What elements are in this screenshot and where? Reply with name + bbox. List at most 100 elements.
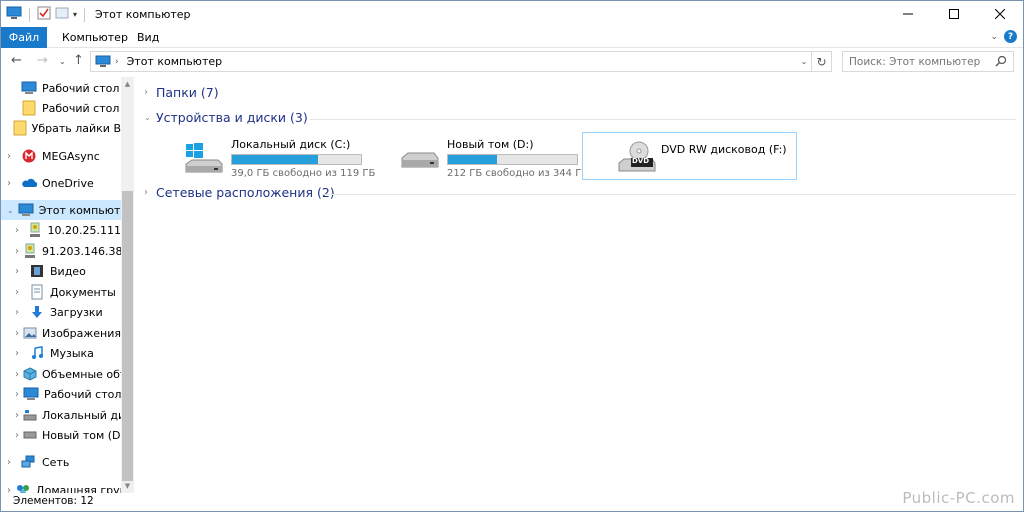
expand-chevron-icon[interactable]: ›	[15, 307, 25, 318]
drive-free-space: 212 ГБ свободно из 344 ГБ	[447, 168, 589, 179]
drive-icon	[23, 427, 37, 443]
nav-item-desktop-folder[interactable]: Рабочий стол	[1, 98, 121, 118]
expand-chevron-icon[interactable]: ›	[15, 287, 25, 298]
desktop-icon	[23, 386, 39, 402]
collapse-chevron-icon[interactable]: ⌄	[7, 206, 14, 215]
expand-chevron-icon[interactable]: ›	[7, 178, 17, 189]
search-box[interactable]	[842, 51, 1014, 72]
refresh-icon[interactable]: ↻	[811, 52, 831, 71]
windows-drive-icon	[184, 142, 224, 181]
expand-chevron-icon[interactable]: ›	[15, 369, 19, 380]
expand-chevron-icon[interactable]: ›	[15, 266, 25, 277]
nav-item-desktop[interactable]: › Рабочий стол	[1, 384, 121, 404]
scroll-up-arrow-icon[interactable]: ▲	[121, 77, 134, 91]
nav-scrollbar[interactable]: ▲ ▼	[121, 77, 134, 493]
drive-c[interactable]: Локальный диск (C:) 39,0 ГБ свободно из …	[184, 134, 384, 182]
drive-usage-fill	[448, 155, 498, 164]
nav-item-music[interactable]: › Музыка	[1, 343, 121, 363]
forward-arrow-icon[interactable]: →	[37, 53, 48, 68]
minimize-button[interactable]	[885, 1, 931, 27]
item-count: Элементов: 12	[13, 495, 94, 507]
close-button[interactable]	[977, 1, 1023, 27]
help-icon[interactable]: ?	[1004, 30, 1017, 43]
nav-item-pictures[interactable]: › Изображения	[1, 323, 121, 343]
drive-d[interactable]: Новый том (D:) 212 ГБ свободно из 344 ГБ	[400, 134, 600, 182]
expand-chevron-icon[interactable]: ›	[15, 430, 19, 441]
nav-item-label: Локальный дис	[42, 408, 121, 422]
up-arrow-icon[interactable]: ↑	[73, 53, 84, 68]
tab-file[interactable]: Файл	[1, 27, 47, 48]
nav-item-documents[interactable]: › Документы	[1, 282, 121, 302]
3d-objects-icon	[23, 366, 37, 382]
nav-item-desktop[interactable]: Рабочий стол	[1, 78, 121, 98]
nav-item-network-drive[interactable]: › 10.20.25.111	[1, 220, 121, 240]
expand-chevron-icon[interactable]: ›	[15, 348, 25, 359]
nav-item-folder[interactable]: Убрать лайки В	[1, 118, 121, 138]
video-icon	[29, 263, 45, 279]
drive-usage-bar	[231, 154, 362, 165]
breadcrumb[interactable]: Этот компьютер	[127, 55, 223, 68]
expand-chevron-icon[interactable]: ›	[7, 457, 17, 468]
dvd-drive[interactable]: DVD DVD RW дисковод (F:)	[582, 132, 797, 180]
expand-chevron-icon[interactable]: ›	[144, 87, 156, 98]
back-arrow-icon[interactable]: ←	[11, 53, 22, 68]
search-input[interactable]	[849, 55, 989, 68]
expand-chevron-icon[interactable]: ›	[15, 328, 19, 339]
drive-name: Новый том (D:)	[447, 138, 534, 151]
group-network[interactable]: › Сетевые расположения (2)	[144, 185, 335, 200]
nav-item-onedrive[interactable]: › OneDrive	[1, 173, 121, 193]
network-drive-icon	[23, 243, 37, 259]
nav-item-downloads[interactable]: › Загрузки	[1, 302, 121, 322]
new-folder-icon[interactable]	[55, 6, 69, 23]
dvd-badge: DVD	[632, 157, 650, 165]
expand-chevron-icon[interactable]: ›	[15, 410, 19, 421]
maximize-button[interactable]	[931, 1, 977, 27]
expand-chevron-icon[interactable]: ›	[15, 246, 19, 257]
address-dropdown-icon[interactable]: ⌄	[797, 52, 811, 71]
watermark: Public-PC.com	[902, 489, 1015, 507]
nav-item-label: Изображения	[42, 326, 121, 340]
toolbar-divider	[29, 7, 30, 22]
address-bar[interactable]: › Этот компьютер ⌄ ↻	[90, 51, 832, 72]
nav-item-label: Убрать лайки В	[31, 121, 121, 135]
expand-chevron-icon[interactable]: ›	[7, 151, 17, 162]
computer-icon[interactable]	[6, 6, 22, 23]
customize-toolbar-icon[interactable]: ▾	[73, 10, 77, 19]
expand-ribbon-icon[interactable]: ⌄	[990, 32, 998, 42]
explorer-window: ▾ Этот компьютер Файл Компьютер Вид ⌄ ? …	[0, 0, 1024, 512]
properties-icon[interactable]	[37, 6, 51, 23]
drive-icon	[400, 150, 440, 173]
expand-chevron-icon[interactable]: ›	[15, 225, 24, 236]
nav-item-drive-d[interactable]: › Новый том (D:)	[1, 425, 121, 445]
breadcrumb-separator-icon[interactable]: ›	[115, 57, 119, 67]
collapse-chevron-icon[interactable]: ⌄	[144, 113, 156, 122]
nav-item-local-disk[interactable]: › Локальный дис	[1, 405, 121, 425]
nav-item-this-pc[interactable]: ⌄ Этот компьютер	[1, 200, 121, 220]
drive-name: DVD RW дисковод (F:)	[661, 143, 787, 156]
nav-item-network-drive[interactable]: › 91.203.146.38	[1, 241, 121, 261]
scrollbar-thumb[interactable]	[122, 191, 133, 481]
onedrive-icon	[21, 175, 37, 191]
search-icon[interactable]	[995, 55, 1007, 70]
nav-item-megasync[interactable]: › MEGAsync	[1, 146, 121, 166]
scroll-down-arrow-icon[interactable]: ▼	[121, 479, 134, 493]
folder-icon	[13, 120, 27, 136]
recent-locations-icon[interactable]: ⌄	[59, 57, 66, 66]
tab-view[interactable]: Вид	[125, 27, 171, 48]
nav-item-network[interactable]: › Сеть	[1, 452, 121, 472]
quick-access-toolbar: ▾	[6, 6, 88, 23]
nav-item-homegroup[interactable]: › Домашняя групп	[1, 480, 121, 493]
folder-icon	[21, 100, 37, 116]
group-folders[interactable]: › Папки (7)	[144, 85, 219, 100]
nav-item-label: Рабочий стол	[42, 101, 120, 115]
drive-name: Локальный диск (C:)	[231, 138, 351, 151]
nav-item-videos[interactable]: › Видео	[1, 261, 121, 281]
expand-chevron-icon[interactable]: ›	[15, 389, 19, 400]
drive-usage-fill	[232, 155, 319, 164]
nav-item-3d-objects[interactable]: › Объемные объ	[1, 364, 121, 384]
expand-chevron-icon[interactable]: ›	[7, 485, 11, 494]
nav-item-label: Этот компьютер	[38, 203, 121, 217]
desktop-icon	[21, 80, 37, 96]
group-devices[interactable]: ⌄ Устройства и диски (3)	[144, 110, 308, 125]
expand-chevron-icon[interactable]: ›	[144, 187, 156, 198]
